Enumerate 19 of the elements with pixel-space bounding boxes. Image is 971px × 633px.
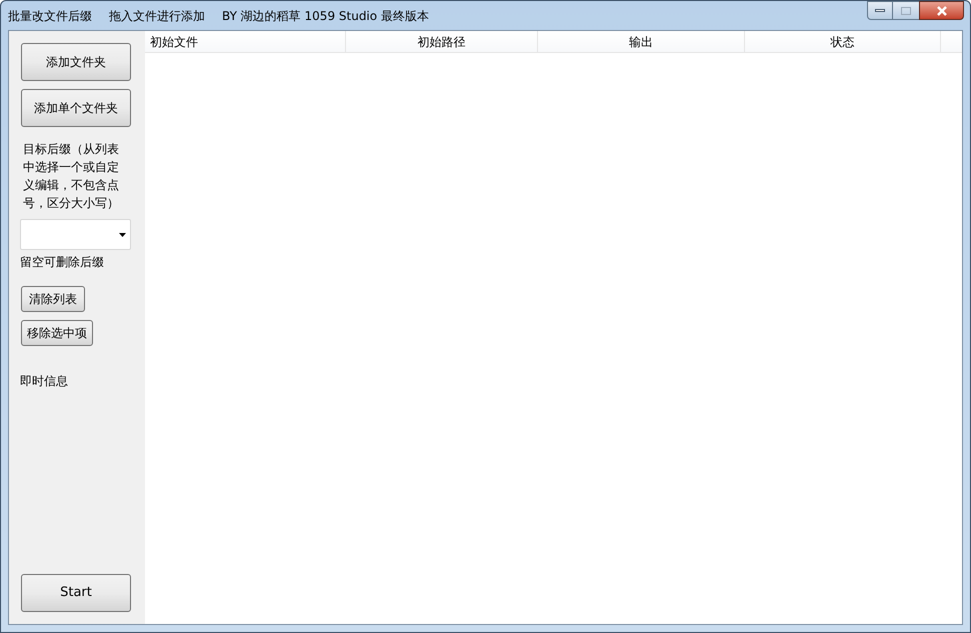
minimize-button[interactable] — [867, 1, 893, 20]
dropdown-arrow-icon — [119, 232, 126, 236]
column-header[interactable]: 输出 — [538, 31, 745, 52]
window-title: 批量改文件后缀 — [8, 8, 92, 24]
window-title: 拖入文件进行添加 — [109, 8, 205, 24]
suffix-label: 目标后缀（从列表中选择一个或自定义编辑，不包含点号，区分大小写） — [23, 141, 120, 212]
info-label: 即时信息 — [20, 373, 68, 390]
clear-list-button[interactable]: 清除列表 — [21, 286, 85, 312]
column-header[interactable]: 初始路径 — [346, 31, 538, 52]
remove-selected-button[interactable]: 移除选中项 — [21, 320, 93, 346]
column-header[interactable]: 状态 — [745, 31, 941, 52]
close-button[interactable] — [919, 1, 964, 20]
close-icon — [936, 6, 948, 16]
add-single-folder-button[interactable]: 添加单个文件夹 — [21, 89, 131, 127]
add-folder-button[interactable]: 添加文件夹 — [21, 43, 131, 81]
column-header[interactable]: 初始文件 — [145, 31, 346, 52]
start-button[interactable]: Start — [21, 574, 131, 612]
suffix-hint: 留空可删除后缀 — [20, 254, 104, 270]
window-title: BY 湖边的稻草 1059 Studio 最终版本 — [222, 8, 429, 24]
